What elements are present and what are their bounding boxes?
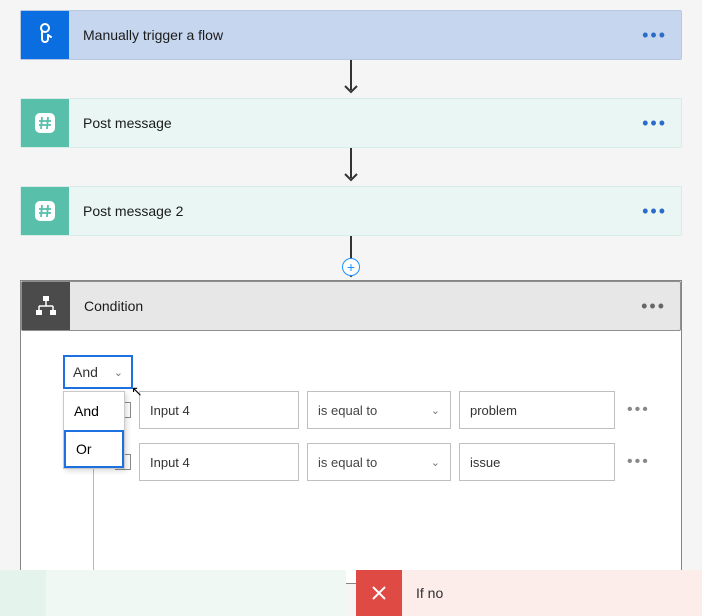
if-yes-card[interactable]: [0, 570, 346, 616]
close-icon: [356, 570, 402, 616]
logic-operator-menu: And Or: [63, 391, 125, 469]
action-title: Post message 2: [69, 203, 628, 219]
insert-step-button[interactable]: +: [342, 258, 360, 276]
if-no-card[interactable]: If no: [356, 570, 702, 616]
condition-right-input[interactable]: [459, 443, 615, 481]
condition-operator-dropdown[interactable]: is equal to ⌄: [307, 391, 451, 429]
condition-menu-button[interactable]: •••: [627, 296, 680, 317]
action-menu-button[interactable]: •••: [628, 201, 681, 222]
condition-block: Condition ••• And ⌄ ↖ And Or: [20, 280, 682, 584]
hash-icon: [21, 99, 69, 147]
flow-arrow: [20, 148, 682, 186]
trigger-title: Manually trigger a flow: [69, 27, 628, 43]
if-no-label: If no: [402, 585, 443, 601]
condition-body: And ⌄ ↖ And Or is equal t: [21, 331, 681, 583]
row-menu-button[interactable]: •••: [623, 401, 654, 419]
row-menu-button[interactable]: •••: [623, 453, 654, 471]
condition-row: is equal to ⌄ •••: [115, 391, 661, 429]
condition-rows: is equal to ⌄ ••• is equal to ⌄ •••: [115, 391, 661, 563]
action-menu-button[interactable]: •••: [628, 113, 681, 134]
chevron-down-icon: ⌄: [431, 456, 440, 469]
condition-branches: If no: [0, 570, 702, 616]
action-card-post-message[interactable]: Post message •••: [20, 98, 682, 148]
hash-icon: [21, 187, 69, 235]
condition-title: Condition: [70, 298, 627, 314]
condition-icon: [22, 282, 70, 330]
flow-arrow: [20, 60, 682, 98]
logic-option-and[interactable]: And: [64, 392, 124, 430]
action-card-post-message-2[interactable]: Post message 2 •••: [20, 186, 682, 236]
condition-left-input[interactable]: [139, 391, 299, 429]
condition-right-input[interactable]: [459, 391, 615, 429]
action-title: Post message: [69, 115, 628, 131]
condition-left-input[interactable]: [139, 443, 299, 481]
manual-trigger-icon: [21, 11, 69, 59]
check-icon: [0, 570, 46, 616]
chevron-down-icon: ⌄: [431, 404, 440, 417]
logic-option-or[interactable]: Or: [64, 430, 124, 468]
flow-arrow: +: [20, 236, 682, 280]
condition-row: is equal to ⌄ •••: [115, 443, 661, 481]
chevron-down-icon: ⌄: [114, 366, 123, 379]
logic-operator-value: And: [73, 364, 98, 380]
logic-operator-dropdown[interactable]: And ⌄: [63, 355, 133, 389]
trigger-menu-button[interactable]: •••: [628, 25, 681, 46]
trigger-card[interactable]: Manually trigger a flow •••: [20, 10, 682, 60]
condition-operator-dropdown[interactable]: is equal to ⌄: [307, 443, 451, 481]
condition-header[interactable]: Condition •••: [21, 281, 681, 331]
